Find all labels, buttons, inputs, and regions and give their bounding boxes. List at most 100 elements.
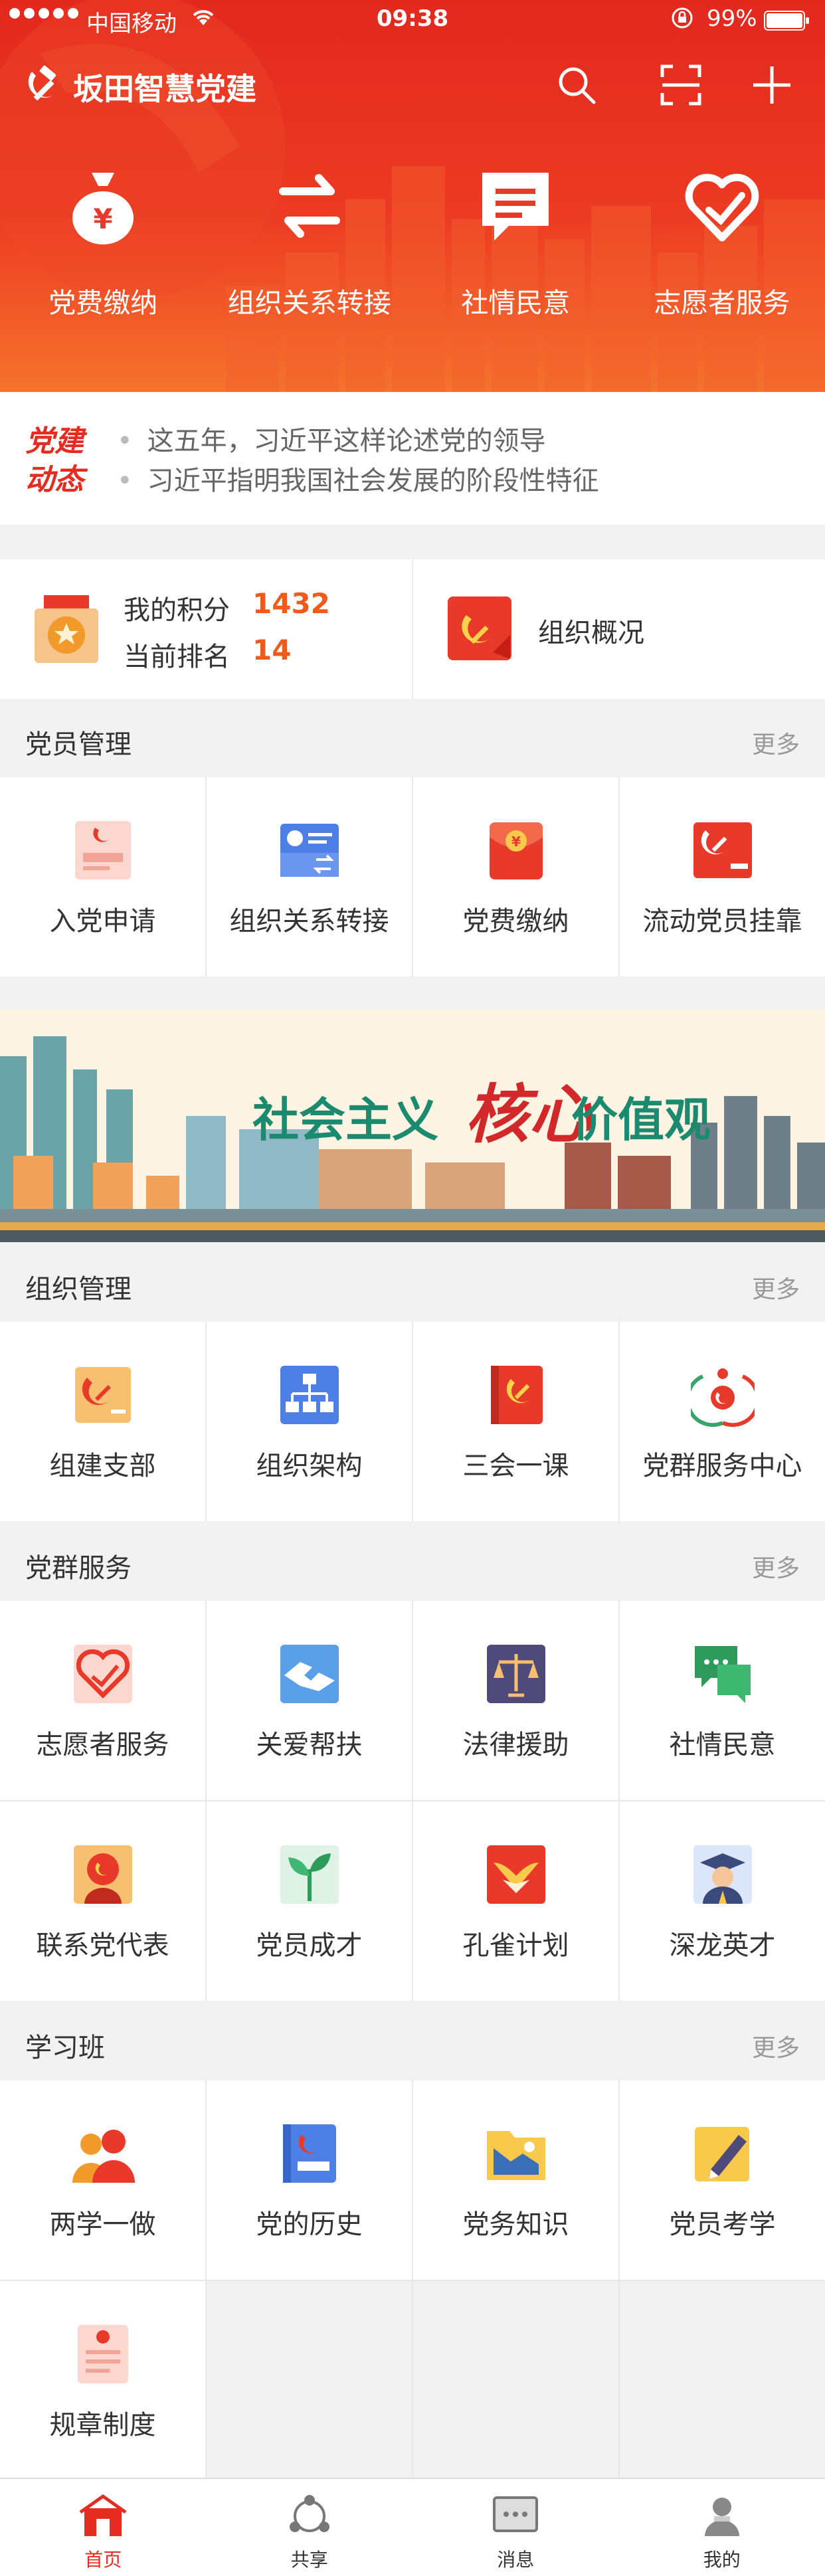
quick-action-label: 组织关系转接 bbox=[227, 287, 391, 319]
grid-item-volunteer[interactable]: 志愿者服务 bbox=[0, 1601, 205, 1800]
grid-item-party-history[interactable]: 党的历史 bbox=[207, 2080, 412, 2280]
grid-item-label: 党务知识 bbox=[462, 2209, 569, 2240]
quick-action-org-transfer[interactable]: 组织关系转接 bbox=[207, 166, 413, 325]
section-title: 学习班 bbox=[25, 2033, 105, 2063]
more-link[interactable]: 更多 bbox=[752, 1549, 800, 1584]
grid-item-member-growth[interactable]: 党员成才 bbox=[207, 1801, 412, 2001]
grid-item-two-studies[interactable]: 两学一做 bbox=[0, 2080, 205, 2280]
more-link[interactable]: 更多 bbox=[752, 1270, 800, 1305]
more-link[interactable]: 更多 bbox=[752, 2029, 800, 2063]
chat-bubbles-icon bbox=[694, 1646, 751, 1703]
tab-label: 消息 bbox=[497, 2549, 535, 2571]
quick-action-label: 党费缴纳 bbox=[48, 287, 158, 319]
wreath-emblem-icon bbox=[690, 1368, 755, 1427]
tab-home[interactable]: 首页 bbox=[0, 2479, 207, 2576]
news-item-text: 这五年，习近平这样论述党的领导 bbox=[147, 426, 546, 456]
card-transfer-icon bbox=[280, 824, 339, 877]
tab-label: 我的 bbox=[703, 2549, 741, 2571]
org-overview-label: 组织概况 bbox=[538, 618, 644, 648]
search-icon bbox=[559, 67, 596, 104]
handshake-icon bbox=[280, 1645, 339, 1703]
grid-item-label: 党群服务中心 bbox=[642, 1451, 802, 1481]
people-icon bbox=[72, 2130, 135, 2183]
party-flag-icon bbox=[693, 822, 752, 878]
grid-item-label: 组建支部 bbox=[49, 1451, 156, 1481]
share-icon bbox=[289, 2495, 329, 2532]
more-link[interactable]: 更多 bbox=[752, 725, 800, 760]
study-grid: 两学一做 党的历史 党务知识 党员考学 规章制度 bbox=[0, 2080, 825, 2480]
grid-item-contact-representative[interactable]: 联系党代表 bbox=[0, 1801, 205, 2001]
header: 中国移动 09:38 99% 坂田智慧党建 ¥ 党费缴纳 组织关系转接 社情民意… bbox=[0, 0, 825, 392]
quick-action-volunteer[interactable]: 志愿者服务 bbox=[619, 166, 825, 325]
heart-hand-icon bbox=[73, 1645, 132, 1703]
grid-item-label: 党员成才 bbox=[256, 1930, 363, 1961]
tab-share[interactable]: 共享 bbox=[207, 2479, 413, 2576]
core-values-banner[interactable]: 社会主义 核心 价值观 bbox=[0, 1010, 825, 1242]
grid-empty-slot bbox=[207, 2281, 412, 2480]
grid-item-mobile-member[interactable]: 流动党员挂靠 bbox=[620, 777, 825, 976]
graduate-icon bbox=[693, 1845, 752, 1904]
section-member-management: 党员管理 更多 bbox=[0, 699, 825, 777]
grid-item-label: 流动党员挂靠 bbox=[642, 906, 802, 937]
party-emblem-icon bbox=[28, 65, 57, 101]
grid-empty-slot bbox=[620, 2281, 825, 2480]
rank-label: 当前排名 bbox=[124, 642, 230, 672]
grid-item-label: 深龙英才 bbox=[669, 1930, 776, 1961]
grid-item-care-support[interactable]: 关爱帮扶 bbox=[207, 1601, 412, 1800]
grid-item-three-meetings[interactable]: 三会一课 bbox=[413, 1322, 618, 1521]
add-button[interactable] bbox=[745, 58, 798, 112]
search-button[interactable] bbox=[550, 58, 603, 112]
party-service-grid: 志愿者服务 关爱帮扶 法律援助 社情民意 联系党代表 党员成才 孔雀计划 深龙英… bbox=[0, 1601, 825, 2001]
sprout-icon bbox=[280, 1845, 339, 1904]
tab-messages[interactable]: 消息 bbox=[412, 2479, 619, 2576]
quick-action-fee-payment[interactable]: ¥ 党费缴纳 bbox=[0, 166, 207, 325]
tab-label: 共享 bbox=[290, 2549, 328, 2571]
svg-text:¥: ¥ bbox=[94, 203, 113, 235]
grid-item-join-application[interactable]: 入党申请 bbox=[0, 777, 205, 976]
folder-icon bbox=[486, 2131, 545, 2180]
quick-actions: ¥ 党费缴纳 组织关系转接 社情民意 志愿者服务 bbox=[0, 166, 825, 325]
home-icon bbox=[79, 2494, 127, 2536]
heart-hand-icon bbox=[685, 173, 759, 242]
grid-item-party-knowledge[interactable]: 党务知识 bbox=[413, 2080, 618, 2280]
grid-item-peacock-plan[interactable]: 孔雀计划 bbox=[413, 1801, 618, 2001]
my-score-card[interactable]: 我的积分 1432 当前排名 14 bbox=[0, 559, 412, 699]
message-icon bbox=[493, 2496, 539, 2532]
org-overview-card[interactable]: 组织概况 bbox=[413, 559, 825, 699]
grid-item-build-branch[interactable]: 组建支部 bbox=[0, 1322, 205, 1521]
grid-item-org-structure[interactable]: 组织架构 bbox=[207, 1322, 412, 1521]
section-party-service: 党群服务 更多 bbox=[0, 1522, 825, 1601]
message-icon bbox=[482, 173, 549, 240]
grid-item-public-opinion[interactable]: 社情民意 bbox=[620, 1601, 825, 1800]
quick-action-public-opinion[interactable]: 社情民意 bbox=[412, 166, 619, 325]
news-item[interactable]: • 这五年，习近平这样论述党的领导 bbox=[117, 421, 599, 461]
scales-icon bbox=[486, 1645, 545, 1703]
plus-icon bbox=[753, 66, 790, 104]
tab-profile[interactable]: 我的 bbox=[619, 2479, 825, 2576]
grid-item-org-transfer[interactable]: 组织关系转接 bbox=[207, 777, 412, 976]
grid-item-talent-program[interactable]: 深龙英才 bbox=[620, 1801, 825, 2001]
tab-label: 首页 bbox=[84, 2549, 122, 2571]
representative-icon bbox=[73, 1845, 132, 1904]
party-document-icon bbox=[74, 1367, 131, 1423]
points-label: 我的积分 bbox=[124, 595, 230, 626]
news-item[interactable]: • 习近平指明我国社会发展的阶段性特征 bbox=[117, 461, 599, 501]
profile-icon bbox=[704, 2498, 739, 2536]
section-title: 党群服务 bbox=[25, 1553, 132, 1584]
org-chart-icon bbox=[280, 1366, 339, 1424]
section-org-management: 组织管理 更多 bbox=[0, 1243, 825, 1322]
history-book-icon bbox=[282, 2124, 336, 2183]
org-management-grid: 组建支部 组织架构 三会一课 党群服务中心 bbox=[0, 1322, 825, 1521]
section-title: 党员管理 bbox=[25, 729, 132, 760]
section-study: 学习班 更多 bbox=[0, 2002, 825, 2080]
grid-item-legal-aid[interactable]: 法律援助 bbox=[413, 1601, 618, 1800]
grid-item-label: 三会一课 bbox=[462, 1451, 569, 1481]
grid-item-regulations[interactable]: 规章制度 bbox=[0, 2281, 205, 2480]
transfer-arrows-icon bbox=[278, 174, 340, 238]
grid-item-label: 党费缴纳 bbox=[462, 906, 569, 937]
grid-item-fee-payment[interactable]: ¥ 党费缴纳 bbox=[413, 777, 618, 976]
scan-icon bbox=[660, 64, 701, 106]
scan-button[interactable] bbox=[654, 58, 707, 112]
grid-item-service-center[interactable]: 党群服务中心 bbox=[620, 1322, 825, 1521]
grid-item-member-exam[interactable]: 党员考学 bbox=[620, 2080, 825, 2280]
